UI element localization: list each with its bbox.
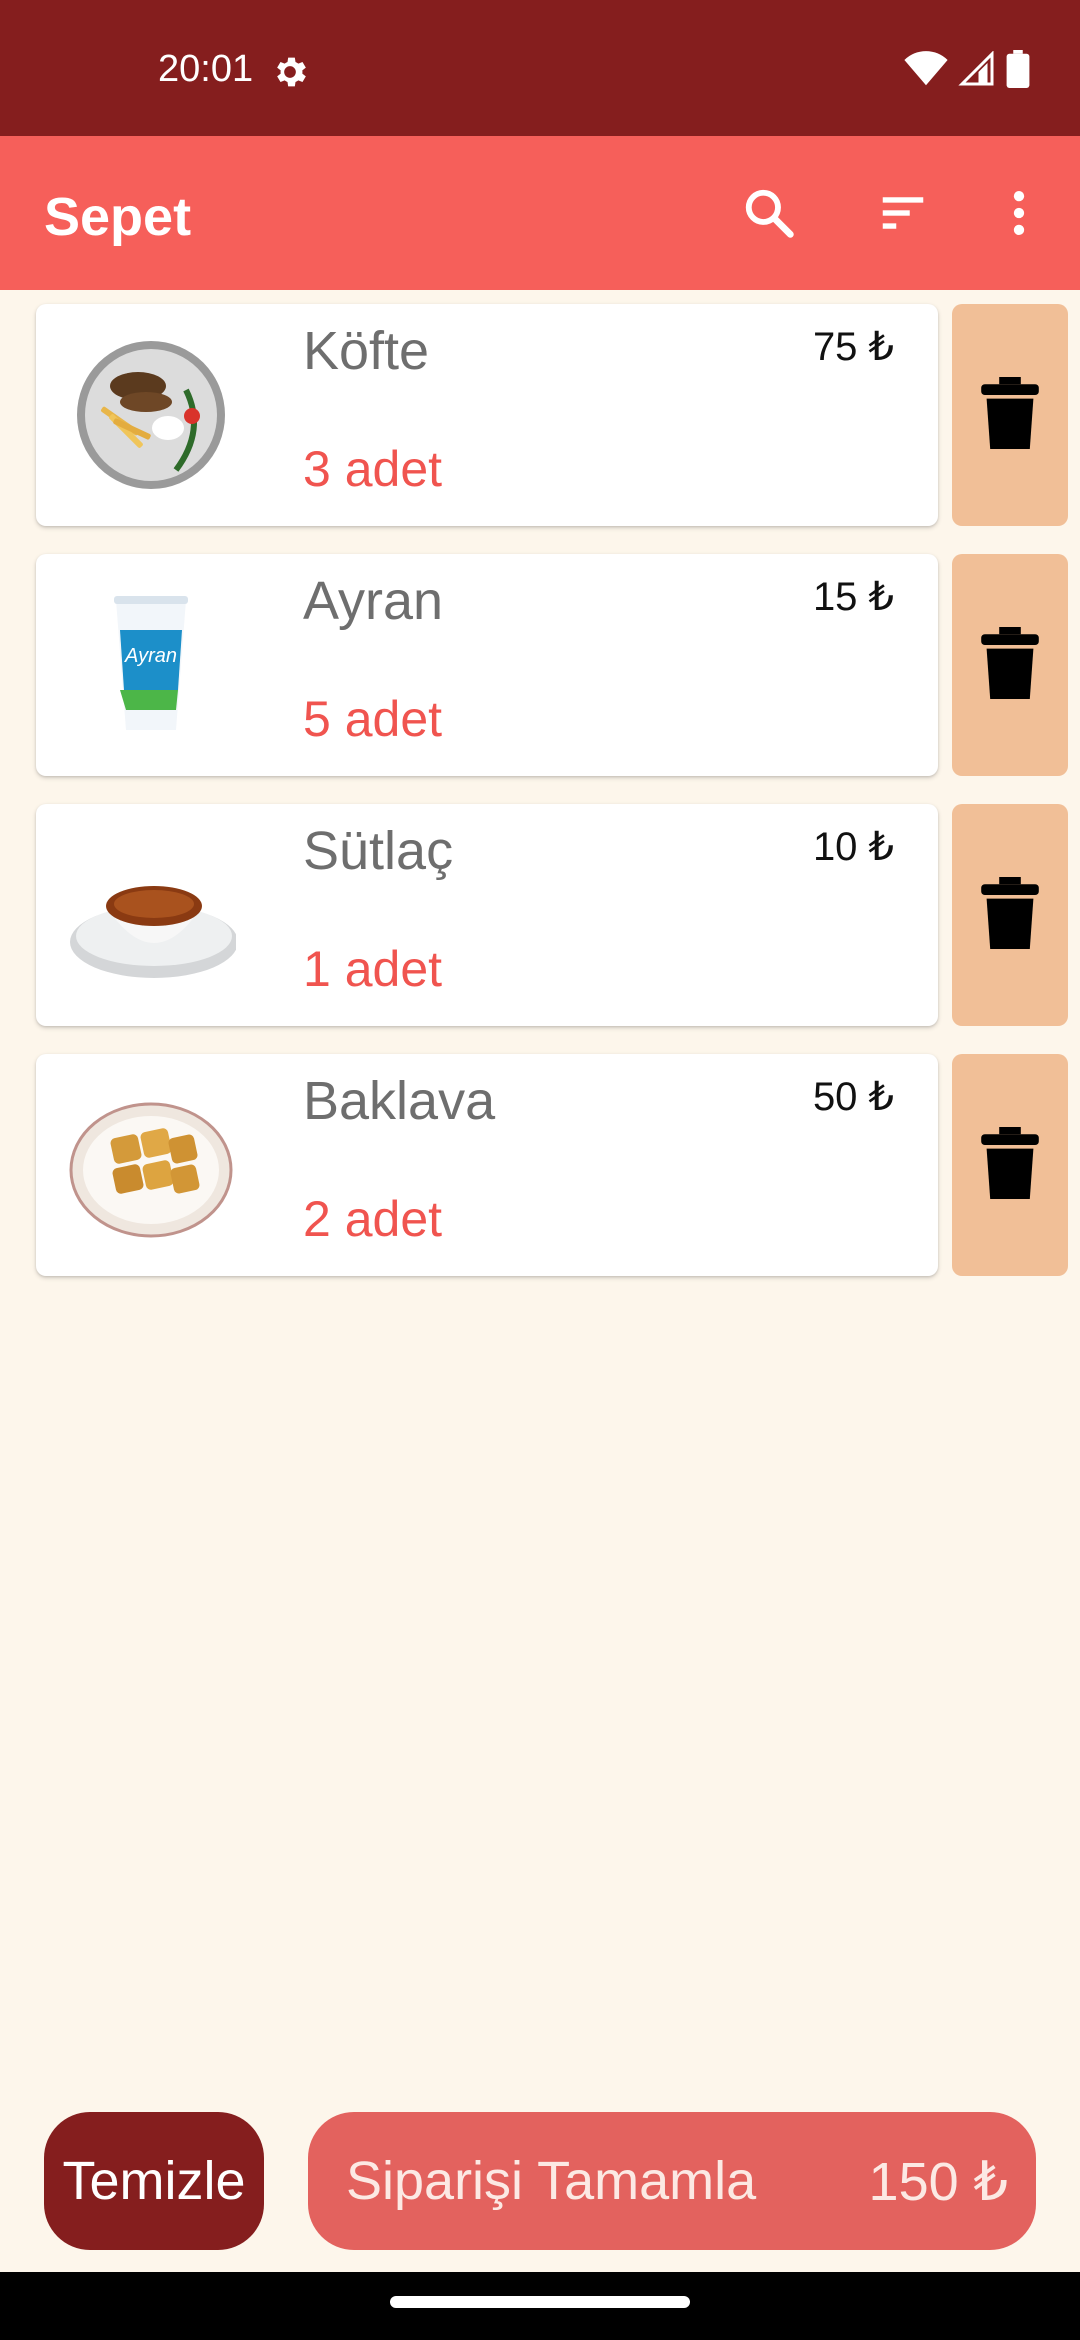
baklava-image	[66, 1080, 236, 1250]
battery-icon	[1006, 50, 1030, 93]
item-name: Köfte	[303, 321, 430, 381]
cart-item-card[interactable]: Köfte 3 adet 75 ₺	[36, 304, 938, 526]
item-quantity: 1 adet	[303, 941, 443, 997]
sutlac-image	[66, 830, 238, 1000]
app-bar: Sepet	[0, 136, 1080, 290]
cart-item: Baklava 2 adet 50 ₺	[0, 1040, 1080, 1276]
item-name: Baklava	[303, 1071, 496, 1131]
item-price: 15 ₺	[812, 575, 894, 619]
trash-icon	[981, 626, 1039, 704]
cart-item: Köfte 3 adet 75 ₺	[0, 290, 1080, 526]
system-nav-bar	[0, 2272, 1080, 2340]
trash-icon	[981, 1126, 1039, 1204]
item-price: 75 ₺	[812, 325, 894, 369]
trash-icon	[981, 376, 1039, 454]
clear-cart-button[interactable]: Temizle	[44, 2112, 264, 2250]
wifi-icon	[904, 51, 948, 92]
order-total: 150 ₺	[868, 2152, 1008, 2212]
home-gesture-handle[interactable]	[390, 2296, 690, 2308]
delete-button[interactable]	[952, 304, 1068, 526]
item-price: 10 ₺	[812, 825, 894, 869]
complete-order-button[interactable]: Siparişi Tamamla 150 ₺	[308, 2112, 1036, 2250]
item-quantity: 2 adet	[303, 1191, 443, 1247]
cart-item: Ayran Ayran 5 adet 15 ₺	[0, 540, 1080, 776]
delete-button[interactable]	[952, 804, 1068, 1026]
cart-item-card[interactable]: Sütlaç 1 adet 10 ₺	[36, 804, 938, 1026]
trash-icon	[981, 876, 1039, 954]
item-price: 50 ₺	[812, 1075, 894, 1119]
cart-item-card[interactable]: Ayran Ayran 5 adet 15 ₺	[36, 554, 938, 776]
sort-icon[interactable]	[870, 180, 936, 246]
delete-button[interactable]	[952, 1054, 1068, 1276]
page-title: Sepet	[44, 187, 192, 247]
status-indicators	[904, 50, 1030, 93]
svg-text:Ayran: Ayran	[124, 645, 177, 667]
bottom-actions: Temizle Siparişi Tamamla 150 ₺	[0, 2112, 1080, 2252]
cart-item: Sütlaç 1 adet 10 ₺	[0, 790, 1080, 1026]
ayran-image: Ayran	[66, 580, 236, 750]
item-name: Ayran	[303, 571, 444, 631]
search-icon[interactable]	[736, 180, 802, 246]
delete-button[interactable]	[952, 554, 1068, 776]
settings-gear-icon	[270, 52, 310, 92]
status-bar: 20:01	[0, 0, 1080, 136]
item-quantity: 5 adet	[303, 691, 443, 747]
cart-item-card[interactable]: Baklava 2 adet 50 ₺	[36, 1054, 938, 1276]
status-time: 20:01	[158, 48, 254, 90]
cellular-signal-icon	[958, 50, 996, 92]
item-name: Sütlaç	[303, 821, 454, 881]
complete-order-label: Siparişi Tamamla	[346, 2151, 757, 2211]
item-quantity: 3 adet	[303, 441, 443, 497]
kofte-image	[66, 330, 236, 500]
more-vert-icon[interactable]	[986, 180, 1052, 246]
